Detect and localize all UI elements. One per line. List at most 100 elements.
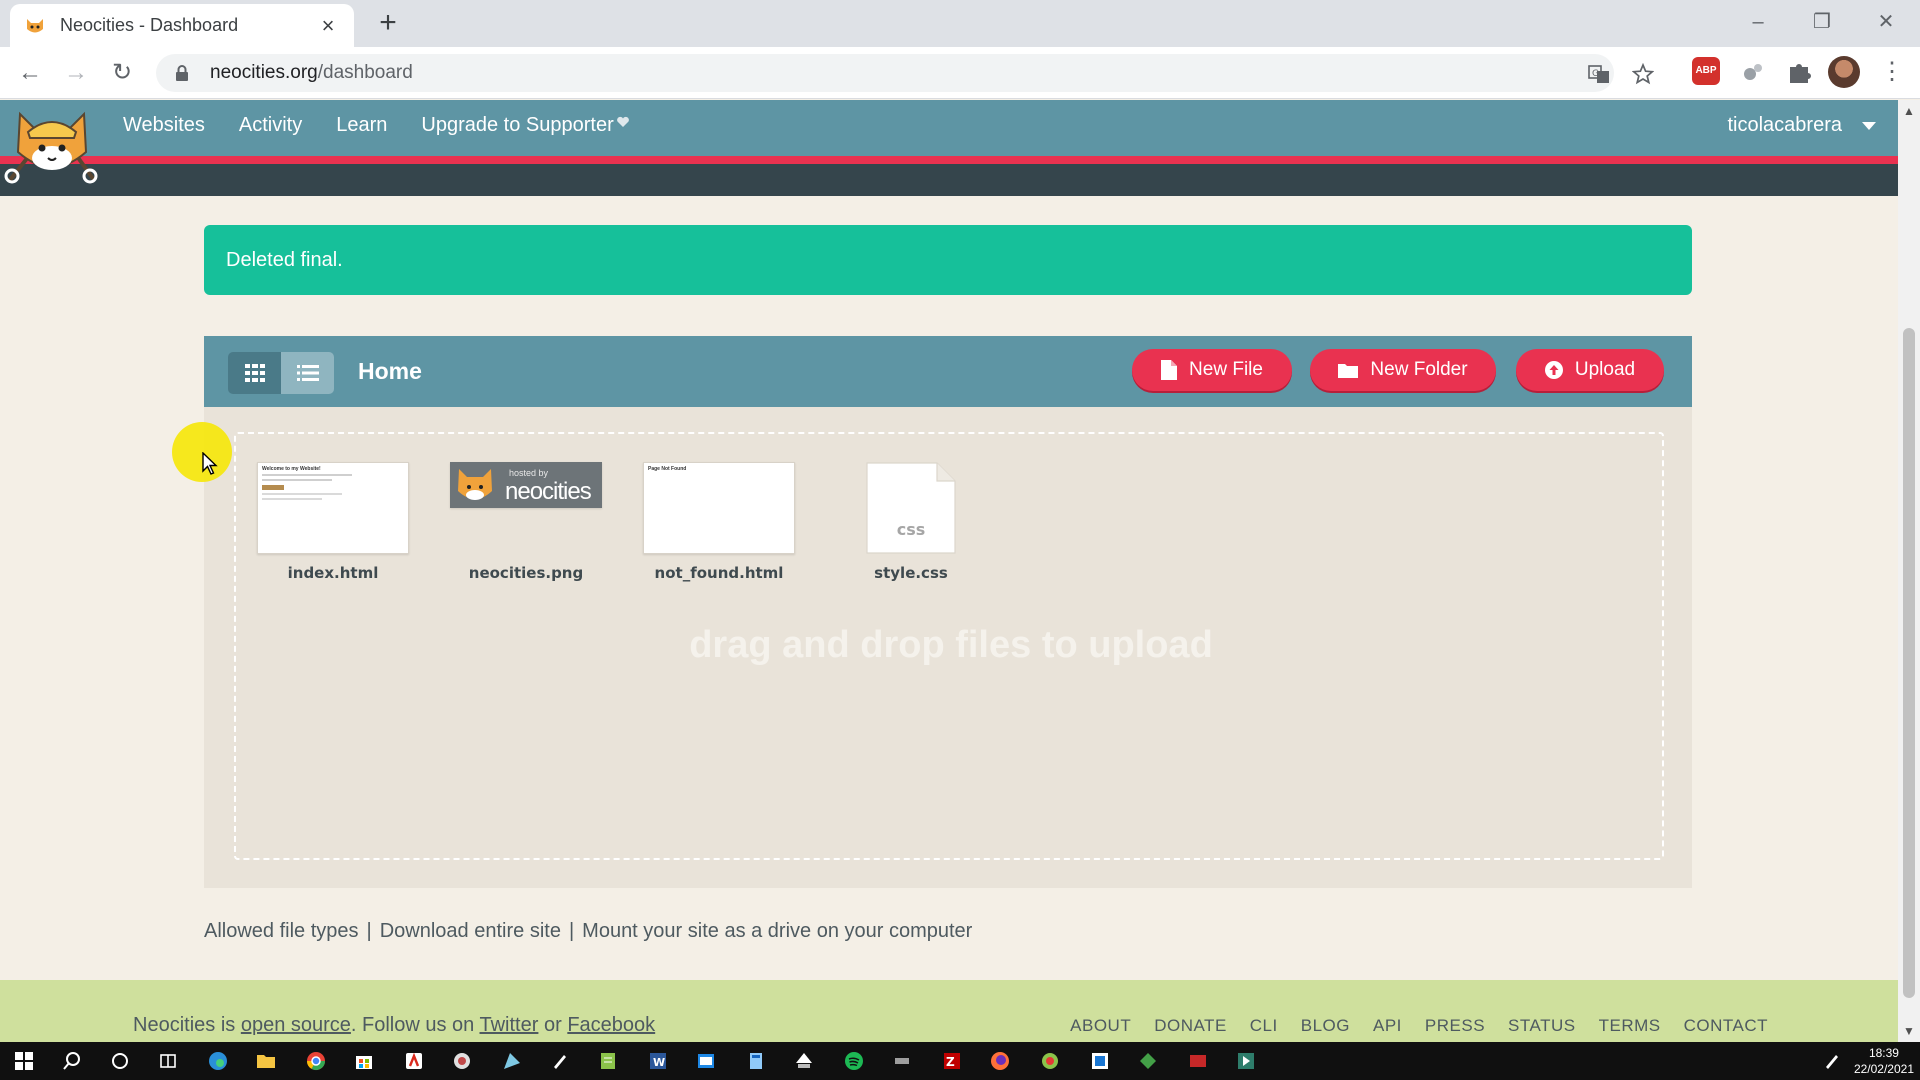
neocities-cat-icon: [27, 18, 43, 32]
file-item-not-found[interactable]: Page Not Found not_found.html: [634, 462, 804, 582]
file-thumbnail: Welcome to my Website!: [257, 462, 409, 554]
pen-tray-icon[interactable]: [1822, 1051, 1842, 1071]
star-icon[interactable]: [1632, 63, 1654, 85]
url-path: /dashboard: [317, 62, 413, 83]
svg-text:Z: Z: [946, 1055, 955, 1069]
file-item-neocities-png[interactable]: hosted by neocities neocities.png: [441, 462, 611, 582]
thumb-line: [262, 479, 332, 481]
chrome-icon[interactable]: [306, 1051, 326, 1071]
extension-icon[interactable]: [1738, 57, 1768, 87]
css-file-icon: [866, 462, 956, 554]
download-site-link[interactable]: Download entire site: [380, 920, 561, 942]
footer-status[interactable]: STATUS: [1508, 1016, 1576, 1036]
window-close-icon[interactable]: ✕: [1858, 6, 1914, 38]
pen-icon[interactable]: [550, 1051, 570, 1071]
app-icon[interactable]: [1188, 1051, 1208, 1071]
file-item-style-css[interactable]: css style.css: [826, 462, 996, 582]
forward-icon[interactable]: →: [60, 57, 92, 89]
new-file-button[interactable]: New File: [1132, 349, 1292, 391]
open-source-link[interactable]: open source: [241, 1014, 351, 1036]
app-icon[interactable]: [1138, 1051, 1158, 1071]
footer-contact[interactable]: CONTACT: [1684, 1016, 1768, 1036]
twitter-link[interactable]: Twitter: [480, 1014, 539, 1036]
restore-icon[interactable]: ❐: [1794, 6, 1850, 38]
reload-icon[interactable]: ↻: [106, 57, 138, 89]
app-icon[interactable]: [1090, 1051, 1110, 1071]
user-menu[interactable]: ticolacabrera: [1727, 114, 1876, 137]
new-tab-icon[interactable]: +: [372, 8, 404, 40]
translate-icon[interactable]: G: [1588, 63, 1610, 85]
browser-menu-icon[interactable]: ⋮: [1880, 57, 1904, 87]
nav-activity[interactable]: Activity: [239, 114, 302, 137]
page-scrollbar[interactable]: ▲ ▼: [1898, 100, 1920, 1042]
footer-follow: . Follow us on: [350, 1014, 475, 1036]
spotify-icon[interactable]: [844, 1051, 864, 1071]
scroll-up-icon[interactable]: ▲: [1898, 102, 1920, 120]
back-icon[interactable]: ←: [14, 57, 46, 89]
close-tab-icon[interactable]: ×: [316, 13, 340, 39]
store-icon[interactable]: [354, 1051, 374, 1071]
footer-api[interactable]: API: [1373, 1016, 1402, 1036]
new-folder-button[interactable]: New Folder: [1310, 349, 1496, 391]
clock-date: 22/02/2021: [1853, 1062, 1914, 1076]
search-icon[interactable]: [62, 1051, 82, 1071]
thumb-line: [262, 498, 322, 500]
footer-donate[interactable]: DONATE: [1154, 1016, 1227, 1036]
calculator-icon[interactable]: [746, 1051, 766, 1071]
windows-start-icon[interactable]: [14, 1051, 34, 1071]
browser-tab[interactable]: Neocities - Dashboard ×: [10, 4, 354, 47]
footer-terms[interactable]: TERMS: [1599, 1016, 1661, 1036]
footer-blog[interactable]: BLOG: [1301, 1016, 1350, 1036]
task-view-icon[interactable]: [158, 1051, 178, 1071]
nav-learn[interactable]: Learn: [336, 114, 387, 137]
allowed-file-types-link[interactable]: Allowed file types: [204, 920, 359, 942]
flash-message: Deleted final.: [204, 225, 1692, 295]
cortana-icon[interactable]: [110, 1051, 130, 1071]
firefox-icon[interactable]: [990, 1051, 1010, 1071]
app-icon[interactable]: [794, 1051, 814, 1071]
profile-avatar[interactable]: [1828, 56, 1860, 88]
footer-press[interactable]: PRESS: [1425, 1016, 1485, 1036]
app-icon[interactable]: [452, 1051, 472, 1071]
file-explorer-icon[interactable]: [256, 1051, 276, 1071]
scroll-thumb[interactable]: [1903, 328, 1915, 998]
app-icon[interactable]: [696, 1051, 716, 1071]
footer-cli[interactable]: CLI: [1250, 1016, 1278, 1036]
file-item-index[interactable]: Welcome to my Website! index.html: [248, 462, 418, 582]
notepad-icon[interactable]: [598, 1051, 618, 1071]
neocities-logo[interactable]: [2, 102, 102, 184]
svg-text:W: W: [653, 1056, 665, 1069]
abp-icon[interactable]: ABP: [1692, 57, 1720, 85]
list-view-button[interactable]: [281, 352, 334, 394]
app-icon[interactable]: [502, 1051, 522, 1071]
thumb-hosted-text: hosted by: [509, 468, 549, 478]
thumb-image: [262, 485, 284, 490]
upload-dropzone[interactable]: Welcome to my Website! index.html hosted…: [234, 432, 1664, 860]
facebook-link[interactable]: Facebook: [567, 1014, 655, 1036]
nav-websites[interactable]: Websites: [123, 114, 205, 137]
nav-upgrade[interactable]: Upgrade to Supporter: [421, 114, 629, 137]
footer-links: ABOUT DONATE CLI BLOG API PRESS STATUS T…: [1070, 1016, 1768, 1036]
separator: |: [366, 920, 372, 942]
minimize-icon[interactable]: –: [1730, 6, 1786, 38]
app-icon[interactable]: [1236, 1051, 1256, 1071]
file-name: index.html: [287, 564, 379, 582]
upload-button[interactable]: Upload: [1516, 349, 1664, 391]
filezilla-icon[interactable]: Z: [942, 1051, 962, 1071]
puzzle-icon[interactable]: [1784, 57, 1814, 87]
mouse-cursor-icon: [202, 452, 218, 475]
mount-drive-link[interactable]: Mount your site as a drive on your compu…: [582, 920, 972, 942]
grid-view-button[interactable]: [228, 352, 281, 394]
windows-taskbar: W Z 18:39 22/02/2021: [0, 1042, 1920, 1080]
word-icon[interactable]: W: [648, 1051, 668, 1071]
acrobat-icon[interactable]: [404, 1051, 424, 1071]
app-icon[interactable]: [1040, 1051, 1060, 1071]
address-bar[interactable]: neocities.org/dashboard G: [156, 54, 1654, 92]
edge-icon[interactable]: [208, 1051, 228, 1071]
footer-about[interactable]: ABOUT: [1070, 1016, 1131, 1036]
taskbar-clock[interactable]: 18:39 22/02/2021: [1854, 1045, 1914, 1077]
file-manager-header: Home New File New Folder Upload: [204, 336, 1692, 407]
scroll-down-icon[interactable]: ▼: [1898, 1022, 1920, 1040]
app-icon[interactable]: [892, 1051, 912, 1071]
thumb-line: [262, 493, 342, 495]
